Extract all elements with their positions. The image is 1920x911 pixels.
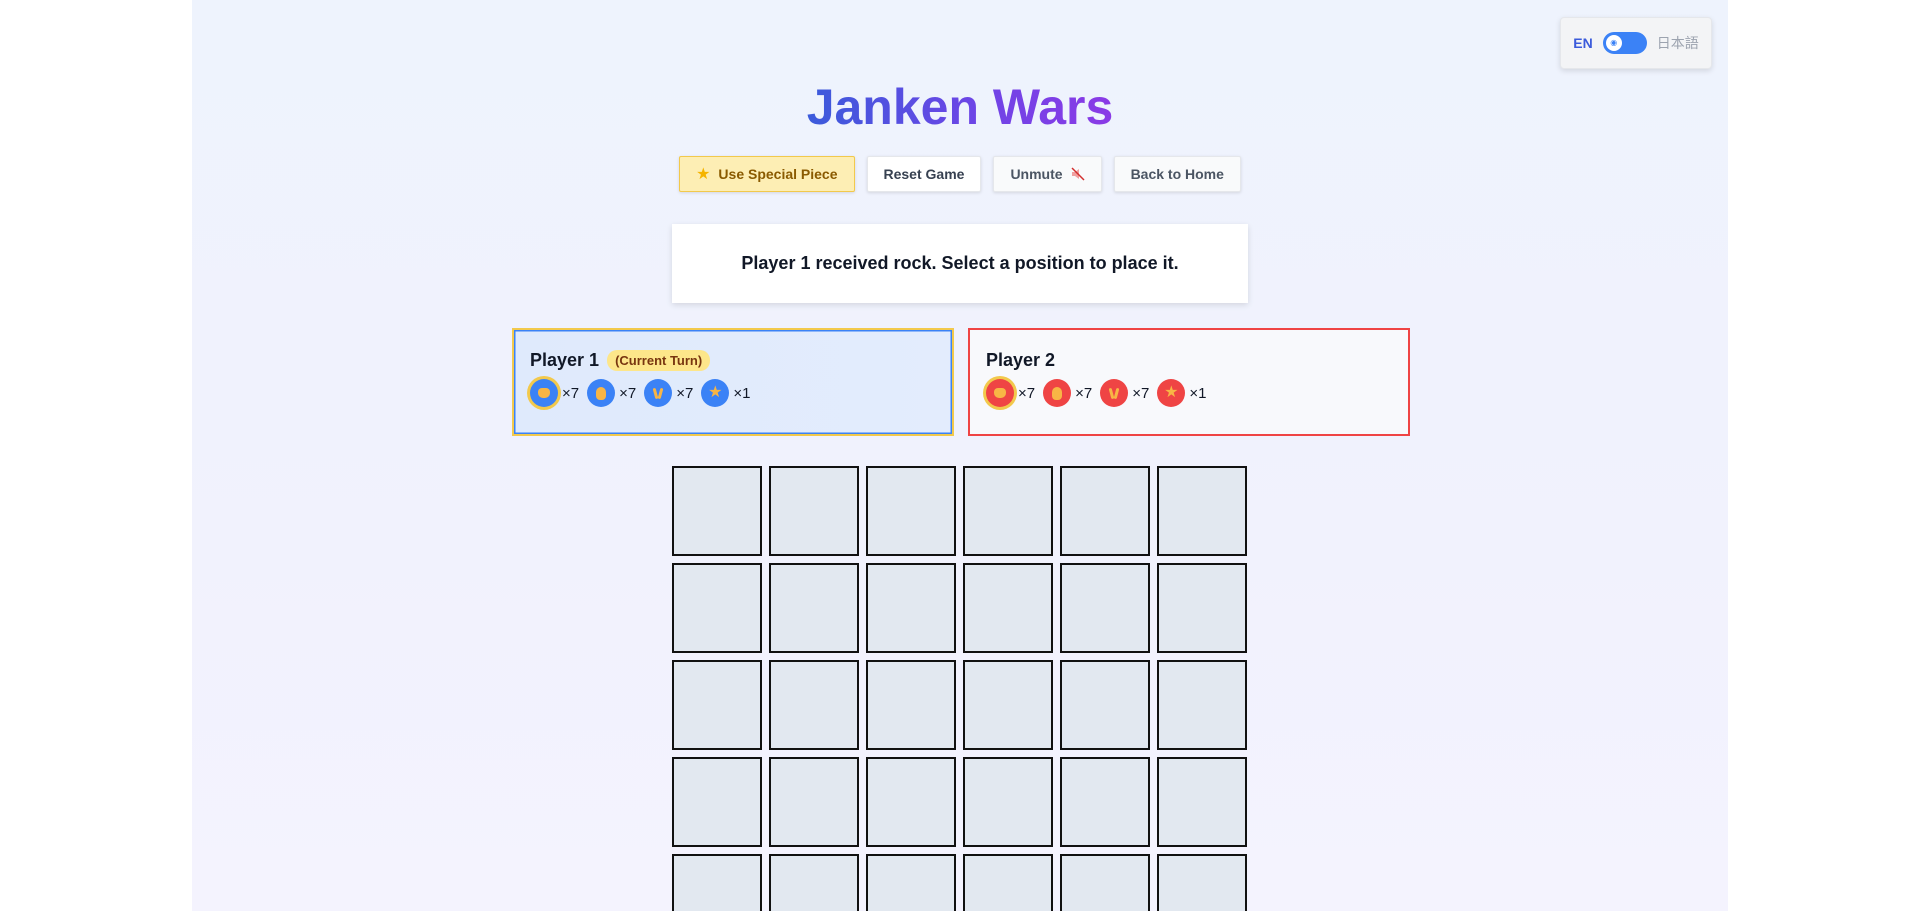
board-cell[interactable] [1157,466,1247,556]
board-cell[interactable] [866,466,956,556]
board-cell[interactable] [672,563,762,653]
player-2-pieces: ×7 ×7 ×7 ★ ×1 [986,379,1392,407]
board-cell[interactable] [769,563,859,653]
board-cell[interactable] [672,757,762,847]
unmute-button[interactable]: Unmute [993,156,1102,192]
piece-count: ×1 [1189,384,1207,402]
back-to-home-label: Back to Home [1130,166,1224,182]
language-toggle[interactable]: EN ◉ 日本語 [1560,17,1712,69]
board-cell[interactable] [769,854,859,911]
board-cell[interactable] [1060,757,1150,847]
use-special-piece-button[interactable]: ★ Use Special Piece [679,156,855,192]
board-cell[interactable] [1060,466,1150,556]
player-1-rock-piece[interactable]: ×7 [530,379,579,407]
star-icon[interactable]: ★ [701,379,730,407]
player-2-paper-piece[interactable]: ×7 [1043,379,1092,407]
piece-count: ×7 [676,384,694,402]
board-cell[interactable] [1157,854,1247,911]
player-1-name: Player 1 [530,350,600,370]
board-cell[interactable] [963,757,1053,847]
scissors-icon[interactable] [1100,379,1129,407]
board-cell[interactable] [769,660,859,750]
board-cell[interactable] [963,660,1053,750]
board-cell[interactable] [963,854,1053,911]
globe-icon: ◉ [1605,35,1622,51]
piece-count: ×7 [1075,384,1093,402]
board-cell[interactable] [866,660,956,750]
language-en-label[interactable]: EN [1573,35,1592,51]
rock-icon[interactable] [530,379,558,407]
board-cell[interactable] [866,757,956,847]
board-cell[interactable] [963,563,1053,653]
reset-game-button[interactable]: Reset Game [866,156,982,192]
unmute-label: Unmute [1010,166,1063,182]
star-icon[interactable]: ★ [1157,379,1186,407]
board-cell[interactable] [1060,660,1150,750]
player-2-name: Player 2 [986,350,1056,370]
board-cell[interactable] [672,660,762,750]
player-2-card: Player 2 ×7 ×7 ×7 ★ ×1 [968,328,1410,436]
piece-count: ×7 [619,384,637,402]
game-board [672,466,1247,911]
player-2-special-piece[interactable]: ★ ×1 [1157,379,1206,407]
game-app: EN ◉ 日本語 Janken Wars ★ Use Special Piece… [192,0,1728,911]
player-1-special-piece[interactable]: ★ ×1 [701,379,750,407]
player-1-scissors-piece[interactable]: ×7 [644,379,693,407]
use-special-piece-label: Use Special Piece [718,166,838,182]
paper-icon[interactable] [587,379,616,407]
status-message-box: Player 1 received rock. Select a positio… [672,224,1248,303]
current-turn-badge: (Current Turn) [607,350,711,371]
back-to-home-button[interactable]: Back to Home [1113,156,1241,192]
board-cell[interactable] [963,466,1053,556]
board-cell[interactable] [769,757,859,847]
rock-icon[interactable] [986,379,1014,407]
player-2-scissors-piece[interactable]: ×7 [1100,379,1149,407]
board-cell[interactable] [866,563,956,653]
status-message: Player 1 received rock. Select a positio… [741,253,1179,273]
board-cell[interactable] [1157,660,1247,750]
piece-count: ×1 [733,384,751,402]
board-cell[interactable] [769,466,859,556]
player-2-rock-piece[interactable]: ×7 [986,379,1035,407]
piece-count: ×7 [1018,384,1036,402]
player-1-pieces: ×7 ×7 ×7 ★ ×1 [530,379,936,407]
speaker-muted-icon [1071,167,1085,181]
star-icon: ★ [696,166,711,183]
toolbar: ★ Use Special Piece Reset Game Unmute Ba… [192,156,1728,192]
board-cell[interactable] [866,854,956,911]
language-ja-label[interactable]: 日本語 [1657,33,1699,53]
player-1-paper-piece[interactable]: ×7 [587,379,636,407]
board-cell[interactable] [1060,854,1150,911]
board-cell[interactable] [672,466,762,556]
board-cell[interactable] [1157,757,1247,847]
board-cell[interactable] [672,854,762,911]
piece-count: ×7 [562,384,580,402]
piece-count: ×7 [1132,384,1150,402]
player-1-card: Player 1 (Current Turn) ×7 ×7 ×7 ★ ×1 [512,328,954,436]
paper-icon[interactable] [1043,379,1072,407]
language-switch[interactable]: ◉ [1602,32,1647,54]
board-cell[interactable] [1157,563,1247,653]
page-title: Janken Wars [806,79,1114,135]
board-cell[interactable] [1060,563,1150,653]
reset-game-label: Reset Game [883,166,965,182]
scissors-icon[interactable] [644,379,673,407]
